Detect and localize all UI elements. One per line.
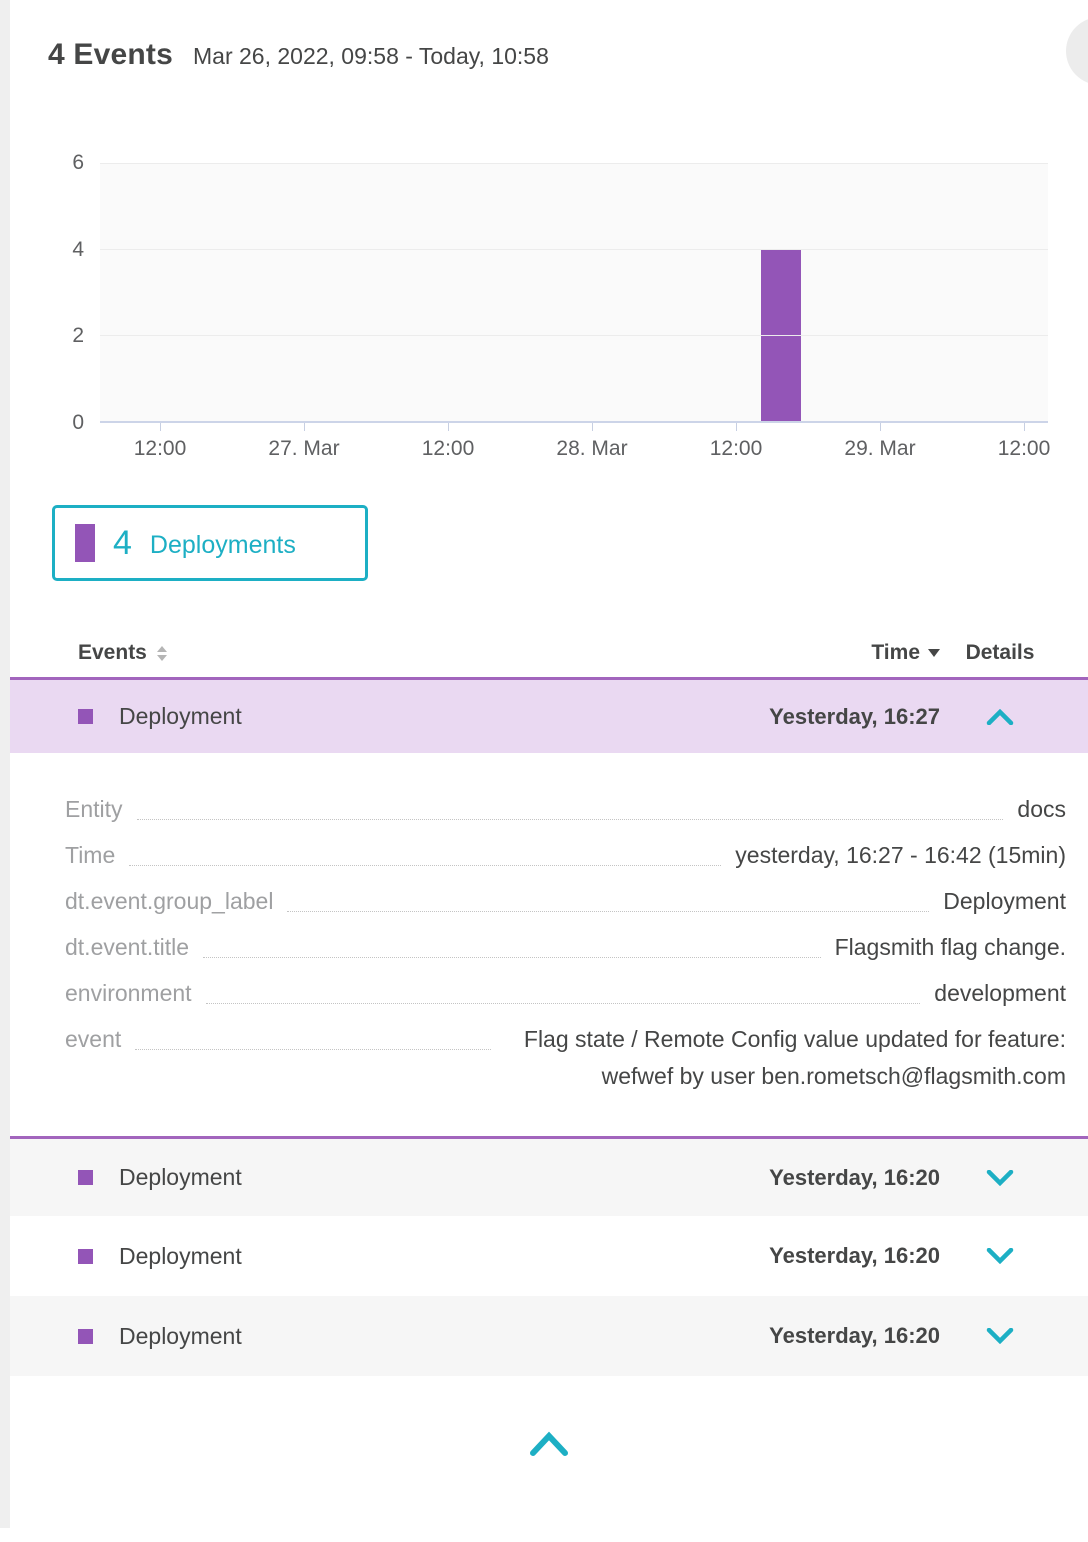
legend-deployments-toggle[interactable]: 4 Deployments [52,505,368,581]
chart-y-axis: 0246 [10,163,84,423]
x-tick-mark [448,423,449,431]
gridline [100,163,1048,164]
table-row[interactable]: Deployment Yesterday, 16:27 [10,677,1088,753]
table-row[interactable]: Deployment Yesterday, 16:20 [10,1136,1088,1216]
detail-row: dt.event.title Flagsmith flag change. [65,929,1066,975]
x-tick-mark [1024,423,1025,431]
dotted-leader [129,837,721,866]
page-title: 4 Events [48,38,173,72]
x-tick-label: 29. Mar [844,437,915,461]
dotted-leader [137,791,1004,820]
events-panel: 4 Events Mar 26, 2022, 09:58 - Today, 10… [10,8,1088,1528]
event-time: Yesterday, 16:20 [740,1165,940,1191]
detail-label: environment [65,975,192,1012]
detail-value: yesterday, 16:27 - 16:42 (15min) [735,837,1066,874]
detail-row: Entity docs [65,791,1066,837]
detail-value: development [934,975,1066,1012]
gridline [100,249,1048,250]
deployment-swatch-icon [78,709,93,724]
column-header-events[interactable]: Events [78,641,740,665]
table-row[interactable]: Deployment Yesterday, 16:20 [10,1296,1088,1376]
detail-value: Flagsmith flag change. [835,929,1066,966]
column-header-time[interactable]: Time [740,641,940,665]
dotted-leader [206,975,921,1004]
x-tick-label: 12:00 [710,437,763,461]
detail-value: docs [1017,791,1066,828]
x-tick-mark [304,423,305,431]
chevron-up-icon[interactable] [986,709,1014,725]
gridline [100,335,1048,336]
page-background-strip [0,0,10,1528]
sort-icon [157,646,167,661]
detail-label: event [65,1021,121,1058]
x-tick-mark [880,423,881,431]
event-details-panel: Entity docs Time yesterday, 16:27 - 16:4… [10,753,1088,1136]
detail-label: dt.event.group_label [65,883,273,920]
deployment-swatch-icon [78,1329,93,1344]
column-header-details: Details [940,641,1060,665]
event-time: Yesterday, 16:20 [740,1323,940,1349]
x-tick-label: 27. Mar [268,437,339,461]
y-tick-label: 0 [72,411,84,435]
event-name: Deployment [119,703,242,730]
event-name: Deployment [119,1323,242,1350]
x-tick-label: 28. Mar [556,437,627,461]
detail-row: Time yesterday, 16:27 - 16:42 (15min) [65,837,1066,883]
dotted-leader [287,883,929,912]
event-time: Yesterday, 16:20 [740,1243,940,1269]
x-tick-label: 12:00 [134,437,187,461]
y-tick-label: 4 [72,238,84,262]
table-header: Events Time Details [10,629,1088,677]
x-tick-label: 12:00 [422,437,475,461]
chart-plot-area [100,163,1048,423]
y-tick-label: 6 [72,151,84,175]
events-header-label: Events [78,641,147,665]
table-row[interactable]: Deployment Yesterday, 16:20 [10,1216,1088,1296]
detail-row: environment development [65,975,1066,1021]
time-range-label: Mar 26, 2022, 09:58 - Today, 10:58 [193,43,549,70]
deployment-swatch-icon [78,1249,93,1264]
x-tick-label: 12:00 [998,437,1051,461]
events-chart: 0 2 4 6 12:00 27. Mar 12:00 28. Mar 12:00 29. Ma… [10,130,1088,465]
detail-value: Deployment [943,883,1066,920]
detail-label: Time [65,837,115,874]
x-tick-mark [160,423,161,431]
deployments-swatch-icon [75,524,95,562]
event-time: Yesterday, 16:27 [740,704,940,730]
detail-value: Flag state / Remote Config value updated… [505,1021,1066,1095]
chevron-down-icon[interactable] [986,1248,1014,1264]
detail-label: Entity [65,791,123,828]
chart-x-axis: 12:00 27. Mar 12:00 28. Mar 12:00 29. Mar 12:0… [100,437,1048,467]
dotted-leader [203,929,821,958]
event-name: Deployment [119,1164,242,1191]
caret-down-icon [928,649,940,657]
detail-row: event Flag state / Remote Config value u… [65,1021,1066,1095]
deployment-swatch-icon [78,1170,93,1185]
dotted-leader [135,1021,491,1050]
panel-header: 4 Events Mar 26, 2022, 09:58 - Today, 10… [10,8,1088,72]
x-tick-mark [592,423,593,431]
collapse-panel-button[interactable] [528,1430,570,1461]
legend-label: Deployments [150,527,296,560]
x-tick-mark [736,423,737,431]
chevron-down-icon[interactable] [986,1170,1014,1186]
legend-count: 4 [113,524,132,563]
detail-label: dt.event.title [65,929,189,966]
detail-row: dt.event.group_label Deployment [65,883,1066,929]
event-name: Deployment [119,1243,242,1270]
y-tick-label: 2 [72,324,84,348]
events-table: Events Time Details Deployment Yesterday… [10,629,1088,1376]
time-header-label: Time [871,641,920,664]
chevron-down-icon[interactable] [986,1328,1014,1344]
chevron-up-icon [528,1430,570,1458]
